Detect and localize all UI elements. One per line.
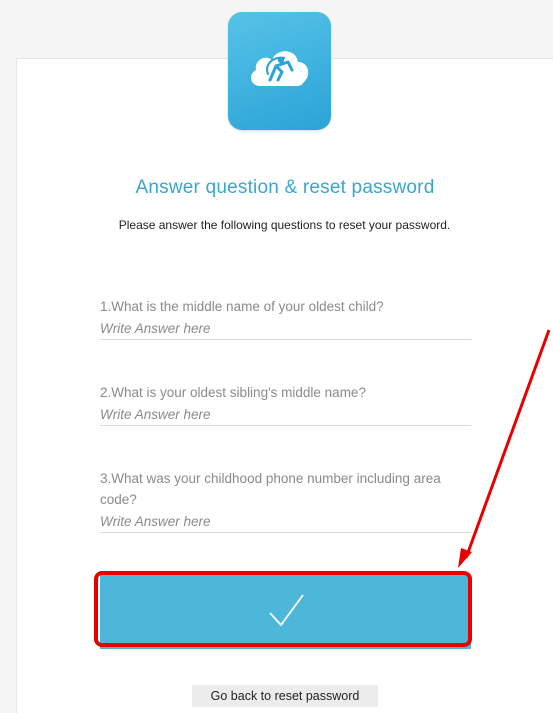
submit-answers-button[interactable] xyxy=(100,575,471,649)
question-1-field: 1.What is the middle name of your oldest… xyxy=(100,296,471,340)
question-2-label: 2.What is your oldest sibling's middle n… xyxy=(100,385,366,400)
answer-2-input[interactable] xyxy=(100,403,471,425)
checkmark-icon xyxy=(269,594,304,626)
cloud-logo-icon xyxy=(251,51,309,86)
question-2-field: 2.What is your oldest sibling's middle n… xyxy=(100,382,471,426)
question-3-label: 3.What was your childhood phone number i… xyxy=(100,471,441,507)
answer-3-input[interactable] xyxy=(100,510,471,532)
page-title: Answer question & reset password xyxy=(135,177,435,198)
go-back-link[interactable]: Go back to reset password xyxy=(192,685,378,707)
question-1-label: 1.What is the middle name of your oldest… xyxy=(100,299,384,314)
app-logo xyxy=(228,12,331,130)
page-subtitle: Please answer the following questions to… xyxy=(118,218,451,232)
question-3-field: 3.What was your childhood phone number i… xyxy=(100,468,471,533)
answer-1-input[interactable] xyxy=(100,317,471,339)
